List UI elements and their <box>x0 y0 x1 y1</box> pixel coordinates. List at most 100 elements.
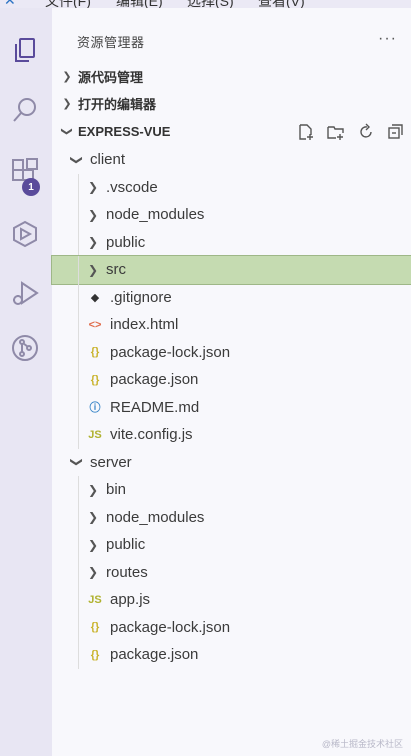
tree-item-label: package-lock.json <box>110 343 231 361</box>
tree-item-label: package.json <box>110 646 199 664</box>
tree-folder[interactable]: ❯ server <box>52 449 411 477</box>
tree-folder[interactable]: ❯ node_modules <box>52 503 411 531</box>
chevron-right-icon: ❯ <box>87 207 99 222</box>
indent-guide <box>78 503 79 531</box>
tree-folder[interactable]: ❯ routes <box>52 558 411 586</box>
indent-guide <box>78 283 79 311</box>
source-control-icon[interactable] <box>7 330 43 366</box>
tree-item-label: app.js <box>110 591 151 609</box>
git-file-icon: ◆ <box>90 291 100 304</box>
more-actions-icon[interactable]: ··· <box>378 30 397 48</box>
indent-guide <box>78 531 79 559</box>
tree-file[interactable]: {} package-lock.json <box>52 613 411 641</box>
new-file-icon[interactable] <box>291 123 321 141</box>
tree-folder[interactable]: ❯ public <box>52 531 411 559</box>
menu-file[interactable]: 文件(F) <box>45 0 91 8</box>
tree-folder[interactable]: ❯ public <box>52 228 411 256</box>
tree-file[interactable]: {} package.json <box>52 641 411 669</box>
json-file-icon: {} <box>90 648 100 661</box>
chevron-right-icon: ❯ <box>62 71 72 83</box>
tree-file[interactable]: JS vite.config.js <box>52 421 411 449</box>
menu-selection[interactable]: 选择(S) <box>187 0 234 8</box>
section-label: 源代码管理 <box>78 70 144 85</box>
section-actions <box>291 118 411 145</box>
tree-item-label: package.json <box>110 371 199 389</box>
tree-file[interactable]: <> index.html <box>52 311 411 339</box>
chevron-right-icon: ❯ <box>87 262 99 277</box>
search-icon[interactable] <box>7 92 43 128</box>
tree-file[interactable]: ⓘ README.md <box>52 393 411 421</box>
tree-item-label: public <box>106 536 146 554</box>
html-file-icon: <> <box>88 318 102 331</box>
chevron-right-icon: ❯ <box>87 537 99 552</box>
tree-item-label: vite.config.js <box>110 426 193 444</box>
menu-view[interactable]: 查看(V) <box>258 0 305 8</box>
extensions-badge: 1 <box>22 178 40 196</box>
tree-item-label: node_modules <box>106 508 205 526</box>
section-label: EXPRESS-VUE <box>78 124 171 139</box>
tree-item-label: bin <box>106 481 127 499</box>
js-file-icon: JS <box>88 593 102 606</box>
indent-guide <box>78 421 79 449</box>
tree-file[interactable]: {} package-lock.json <box>52 338 411 366</box>
tree-item-label: server <box>90 453 132 471</box>
indent-guide <box>78 173 79 201</box>
new-folder-icon[interactable] <box>321 123 351 141</box>
indent-guide <box>78 228 79 256</box>
run-debug-icon[interactable] <box>7 276 43 312</box>
tree-folder[interactable]: ❯ .vscode <box>52 173 411 201</box>
indent-guide <box>78 256 79 284</box>
indent-guide <box>78 338 79 366</box>
json-file-icon: {} <box>90 621 100 634</box>
indent-guide <box>78 476 79 504</box>
tree-item-label: public <box>106 233 146 251</box>
json-file-icon: {} <box>90 346 100 359</box>
explorer-sidebar: 资源管理器 ··· ❯ 源代码管理 ❯ 打开的编辑器 ❯ EXPRESS-VUE… <box>51 8 411 756</box>
tree-item-label: .gitignore <box>110 288 172 306</box>
watermark: @稀土掘金技术社区 <box>321 739 403 749</box>
indent-guide <box>78 586 79 614</box>
tree-item-label: README.md <box>110 398 200 416</box>
indent-guide <box>78 366 79 394</box>
section-open-editors[interactable]: ❯ 打开的编辑器 <box>52 90 411 117</box>
sidebar-title: 资源管理器 <box>77 35 145 50</box>
chevron-right-icon: ❯ <box>87 180 99 195</box>
tree-file[interactable]: {} package.json <box>52 366 411 394</box>
js-file-icon: JS <box>88 428 102 441</box>
chevron-down-icon: ❯ <box>60 126 73 137</box>
indent-guide <box>78 641 79 669</box>
indent-guide <box>78 558 79 586</box>
section-workspace[interactable]: ❯ EXPRESS-VUE <box>52 118 411 145</box>
remote-explorer-icon[interactable] <box>7 216 43 252</box>
tree-folder[interactable]: ❯ node_modules <box>52 201 411 229</box>
info-file-icon: ⓘ <box>89 402 101 415</box>
indent-guide <box>78 613 79 641</box>
indent-guide <box>78 393 79 421</box>
menu-edit[interactable]: 编辑(E) <box>116 0 163 8</box>
tree-folder[interactable]: ❯ bin <box>52 476 411 504</box>
chevron-right-icon: ❯ <box>87 235 99 250</box>
tree-folder[interactable]: ❯ src <box>51 255 411 285</box>
tree-item-label: src <box>106 261 126 279</box>
menu-bar: ✕ 文件(F) 编辑(E) 选择(S) 查看(V) <box>0 0 411 8</box>
tree-item-label: .vscode <box>106 178 158 196</box>
indent-guide <box>78 201 79 229</box>
tree-file[interactable]: JS app.js <box>52 586 411 614</box>
tree-item-label: index.html <box>110 316 179 334</box>
indent-guide <box>78 311 79 339</box>
chevron-down-icon: ❯ <box>70 154 84 165</box>
tree-item-label: package-lock.json <box>110 618 231 636</box>
chevron-down-icon: ❯ <box>70 457 84 468</box>
chevron-right-icon: ❯ <box>87 482 99 497</box>
tree-folder[interactable]: ❯ client <box>52 146 411 174</box>
explorer-icon[interactable] <box>7 32 43 68</box>
chevron-right-icon: ❯ <box>87 565 99 580</box>
refresh-icon[interactable] <box>351 123 381 141</box>
chevron-right-icon: ❯ <box>87 510 99 525</box>
section-source-control[interactable]: ❯ 源代码管理 <box>52 63 411 90</box>
collapse-all-icon[interactable] <box>381 123 411 141</box>
tree-file[interactable]: ◆ .gitignore <box>52 283 411 311</box>
tree-item-label: routes <box>106 563 148 581</box>
section-label: 打开的编辑器 <box>78 97 157 112</box>
tree-item-label: node_modules <box>106 206 205 224</box>
